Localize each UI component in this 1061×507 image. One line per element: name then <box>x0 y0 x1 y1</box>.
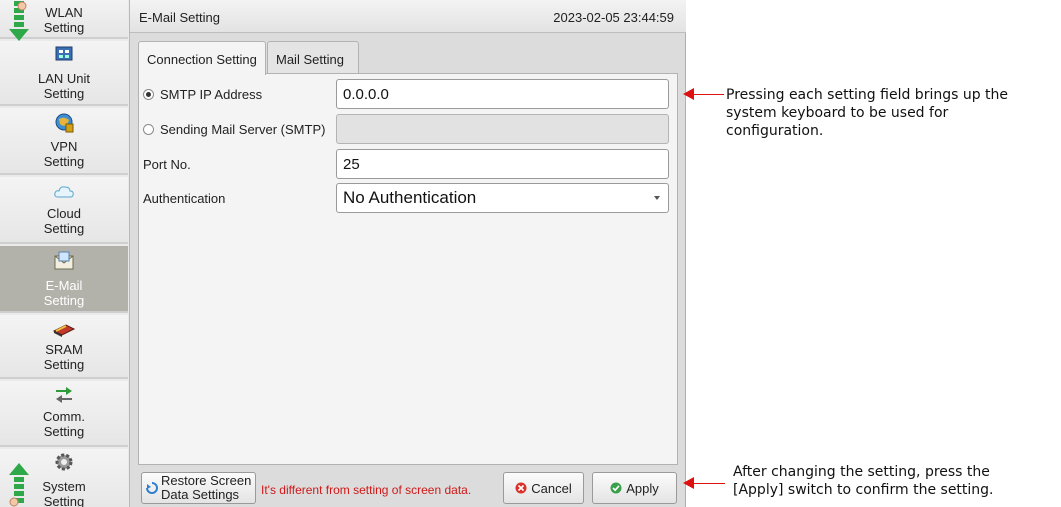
authentication-dropdown[interactable]: No Authentication <box>336 183 669 213</box>
scroll-up-arrow-icon[interactable] <box>8 462 30 507</box>
sidebar-item-lan-unit[interactable]: LAN Unit Setting <box>0 41 128 106</box>
apply-button-label: Apply <box>626 480 659 496</box>
scroll-down-arrow-icon[interactable] <box>8 0 30 48</box>
checkmark-icon <box>610 482 622 494</box>
panel-header: E-Mail Setting 2023-02-05 23:44:59 <box>130 0 686 33</box>
sidebar-item-comm[interactable]: Comm. Setting <box>0 381 128 447</box>
sram-icon <box>52 324 76 337</box>
sidebar-item-sram[interactable]: SRAM Setting <box>0 315 128 379</box>
restore-icon <box>146 482 158 494</box>
sidebar-item-vpn[interactable]: VPN Setting <box>0 108 128 175</box>
email-setting-panel: E-Mail Setting 2023-02-05 23:44:59 Conne… <box>130 0 686 507</box>
sidebar-item-label: SRAM Setting <box>43 342 85 372</box>
smtp-server-radio-option[interactable]: Sending Mail Server (SMTP) <box>143 114 325 144</box>
sidebar-item-label: Comm. Setting <box>43 409 85 439</box>
cancel-icon <box>515 482 527 494</box>
connection-setting-content: SMTP IP Address 0.0.0.0 Sending Mail Ser… <box>138 73 678 465</box>
gear-icon <box>55 453 73 471</box>
apply-button[interactable]: Apply <box>592 472 677 504</box>
annotation-line-bottom <box>693 483 725 484</box>
smtp-ip-radio[interactable] <box>143 88 154 100</box>
email-icon <box>54 251 74 270</box>
restore-button-label: Restore Screen Data Settings <box>161 473 252 502</box>
restore-screen-data-button[interactable]: Restore Screen Data Settings <box>141 472 256 504</box>
sidebar-item-label: VPN Setting <box>43 139 85 169</box>
smtp-ip-radio-option[interactable]: SMTP IP Address <box>143 79 262 109</box>
smtp-server-label: Sending Mail Server (SMTP) <box>160 121 326 137</box>
sidebar-item-email[interactable]: E-Mail Setting <box>0 246 128 313</box>
lan-unit-icon <box>55 46 73 61</box>
authentication-value: No Authentication <box>343 188 477 207</box>
chevron-down-icon <box>654 196 660 200</box>
tab-connection-setting[interactable]: Connection Setting <box>138 41 266 75</box>
annotation-line-top <box>693 94 724 95</box>
sidebar-item-label: E-Mail Setting <box>43 278 85 308</box>
smtp-ip-label: SMTP IP Address <box>160 86 263 102</box>
tab-mail-setting[interactable]: Mail Setting <box>267 41 359 74</box>
page-title: E-Mail Setting <box>139 10 220 25</box>
cancel-button[interactable]: Cancel <box>503 472 584 504</box>
port-label: Port No. <box>143 156 191 172</box>
cancel-button-label: Cancel <box>531 480 572 496</box>
smtp-ip-field[interactable]: 0.0.0.0 <box>336 79 669 109</box>
datetime-display: 2023-02-05 23:44:59 <box>553 10 674 25</box>
panel-footer: Restore Screen Data Settings It's differ… <box>130 467 686 507</box>
sidebar-item-label: LAN Unit Setting <box>37 71 91 101</box>
comm-icon <box>56 387 72 403</box>
smtp-server-radio[interactable] <box>143 123 154 135</box>
warning-message: It's different from setting of screen da… <box>261 483 472 497</box>
sidebar-item-label: Cloud Setting <box>43 206 85 236</box>
sidebar-item-cloud[interactable]: Cloud Setting <box>0 177 128 244</box>
annotation-bottom: After changing the setting, press the [A… <box>733 464 994 498</box>
vpn-icon <box>55 113 74 133</box>
sidebar: WLAN Setting LAN Unit Setting VPN Settin… <box>0 0 130 507</box>
smtp-server-field <box>336 114 669 144</box>
authentication-label: Authentication <box>143 190 226 206</box>
port-field[interactable]: 25 <box>336 149 669 179</box>
annotation-top: Pressing each setting field brings up th… <box>726 87 1009 139</box>
cloud-icon <box>54 186 74 198</box>
